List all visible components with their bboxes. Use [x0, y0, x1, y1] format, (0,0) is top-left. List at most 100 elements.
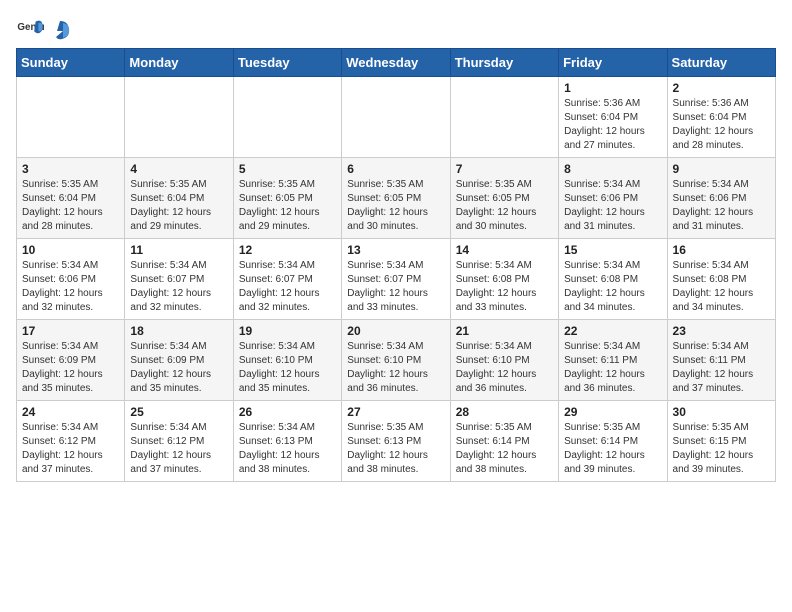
calendar-cell — [450, 77, 558, 158]
calendar-week-row: 10 Sunrise: 5:34 AM Sunset: 6:06 PM Dayli… — [17, 239, 776, 320]
calendar-cell: 29Sunrise: 5:35 AM Sunset: 6:14 PM Dayli… — [559, 401, 667, 482]
calendar-cell: 5 Sunrise: 5:35 AM Sunset: 6:05 PM Daylig… — [233, 158, 341, 239]
day-number: 9 — [673, 162, 770, 176]
day-number: 8 — [564, 162, 661, 176]
day-number: 30 — [673, 405, 770, 419]
day-number: 4 — [130, 162, 227, 176]
day-number: 16 — [673, 243, 770, 257]
day-info: Sunrise: 5:35 AM Sunset: 6:05 PM Dayligh… — [239, 178, 336, 234]
day-info: Sunrise: 5:36 AM Sunset: 6:04 PM Dayligh… — [673, 97, 770, 153]
day-number: 23 — [673, 324, 770, 338]
day-info: Sunrise: 5:34 AM Sunset: 6:10 PM Dayligh… — [456, 340, 553, 396]
day-info: Sunrise: 5:34 AM Sunset: 6:07 PM Dayligh… — [239, 259, 336, 315]
day-number: 3 — [22, 162, 119, 176]
day-number: 22 — [564, 324, 661, 338]
calendar-cell: 7Sunrise: 5:35 AM Sunset: 6:05 PM Daylig… — [450, 158, 558, 239]
day-number: 12 — [239, 243, 336, 257]
day-number: 27 — [347, 405, 444, 419]
calendar-cell: 25 Sunrise: 5:34 AM Sunset: 6:12 PM Dayli… — [125, 401, 233, 482]
col-header-wednesday: Wednesday — [342, 49, 450, 77]
calendar-cell: 10 Sunrise: 5:34 AM Sunset: 6:06 PM Dayli… — [17, 239, 125, 320]
day-info: Sunrise: 5:35 AM Sunset: 6:04 PM Dayligh… — [22, 178, 119, 234]
col-header-friday: Friday — [559, 49, 667, 77]
calendar-cell: 28 Sunrise: 5:35 AM Sunset: 6:14 PM Dayli… — [450, 401, 558, 482]
logo: General — [16, 16, 72, 44]
logo-icon: General — [16, 16, 44, 44]
calendar-cell: 27 Sunrise: 5:35 AM Sunset: 6:13 PM Dayli… — [342, 401, 450, 482]
day-number: 2 — [673, 81, 770, 95]
day-info: Sunrise: 5:34 AM Sunset: 6:06 PM Dayligh… — [564, 178, 661, 234]
calendar-cell: 20 Sunrise: 5:34 AM Sunset: 6:10 PM Dayli… — [342, 320, 450, 401]
day-number: 20 — [347, 324, 444, 338]
day-info: Sunrise: 5:35 AM Sunset: 6:14 PM Dayligh… — [564, 421, 661, 477]
day-info: Sunrise: 5:36 AM Sunset: 6:04 PM Dayligh… — [564, 97, 661, 153]
calendar-cell: 24 Sunrise: 5:34 AM Sunset: 6:12 PM Dayli… — [17, 401, 125, 482]
calendar-cell: 12 Sunrise: 5:34 AM Sunset: 6:07 PM Dayli… — [233, 239, 341, 320]
calendar-cell — [125, 77, 233, 158]
day-number: 25 — [130, 405, 227, 419]
day-number: 24 — [22, 405, 119, 419]
calendar-cell: 19 Sunrise: 5:34 AM Sunset: 6:10 PM Dayli… — [233, 320, 341, 401]
day-number: 18 — [130, 324, 227, 338]
day-number: 26 — [239, 405, 336, 419]
calendar-cell: 9 Sunrise: 5:34 AM Sunset: 6:06 PM Daylig… — [667, 158, 775, 239]
day-info: Sunrise: 5:35 AM Sunset: 6:05 PM Dayligh… — [456, 178, 553, 234]
day-number: 14 — [456, 243, 553, 257]
day-info: Sunrise: 5:34 AM Sunset: 6:12 PM Dayligh… — [22, 421, 119, 477]
day-info: Sunrise: 5:35 AM Sunset: 6:04 PM Dayligh… — [130, 178, 227, 234]
calendar-cell: 13 Sunrise: 5:34 AM Sunset: 6:07 PM Dayli… — [342, 239, 450, 320]
calendar-cell: 16Sunrise: 5:34 AM Sunset: 6:08 PM Dayli… — [667, 239, 775, 320]
calendar-week-row: 3 Sunrise: 5:35 AM Sunset: 6:04 PM Daylig… — [17, 158, 776, 239]
calendar-cell: 6 Sunrise: 5:35 AM Sunset: 6:05 PM Daylig… — [342, 158, 450, 239]
calendar-cell: 21 Sunrise: 5:34 AM Sunset: 6:10 PM Dayli… — [450, 320, 558, 401]
col-header-monday: Monday — [125, 49, 233, 77]
day-number: 1 — [564, 81, 661, 95]
calendar-cell: 8 Sunrise: 5:34 AM Sunset: 6:06 PM Daylig… — [559, 158, 667, 239]
calendar-cell: 18 Sunrise: 5:34 AM Sunset: 6:09 PM Dayli… — [125, 320, 233, 401]
calendar-cell: 15Sunrise: 5:34 AM Sunset: 6:08 PM Dayli… — [559, 239, 667, 320]
day-info: Sunrise: 5:35 AM Sunset: 6:13 PM Dayligh… — [347, 421, 444, 477]
calendar-cell: 2 Sunrise: 5:36 AM Sunset: 6:04 PM Daylig… — [667, 77, 775, 158]
day-info: Sunrise: 5:34 AM Sunset: 6:10 PM Dayligh… — [239, 340, 336, 396]
col-header-tuesday: Tuesday — [233, 49, 341, 77]
day-info: Sunrise: 5:34 AM Sunset: 6:09 PM Dayligh… — [130, 340, 227, 396]
calendar-cell — [233, 77, 341, 158]
calendar-header-row: SundayMondayTuesdayWednesdayThursdayFrid… — [17, 49, 776, 77]
day-number: 13 — [347, 243, 444, 257]
day-number: 5 — [239, 162, 336, 176]
day-number: 19 — [239, 324, 336, 338]
day-info: Sunrise: 5:34 AM Sunset: 6:11 PM Dayligh… — [564, 340, 661, 396]
calendar-cell: 30Sunrise: 5:35 AM Sunset: 6:15 PM Dayli… — [667, 401, 775, 482]
day-number: 28 — [456, 405, 553, 419]
day-info: Sunrise: 5:34 AM Sunset: 6:10 PM Dayligh… — [347, 340, 444, 396]
col-header-thursday: Thursday — [450, 49, 558, 77]
day-number: 11 — [130, 243, 227, 257]
logo-arrow-icon — [49, 19, 71, 41]
day-info: Sunrise: 5:35 AM Sunset: 6:05 PM Dayligh… — [347, 178, 444, 234]
day-number: 10 — [22, 243, 119, 257]
col-header-saturday: Saturday — [667, 49, 775, 77]
day-info: Sunrise: 5:34 AM Sunset: 6:09 PM Dayligh… — [22, 340, 119, 396]
calendar-cell: 23 Sunrise: 5:34 AM Sunset: 6:11 PM Dayli… — [667, 320, 775, 401]
calendar-cell — [17, 77, 125, 158]
day-number: 21 — [456, 324, 553, 338]
day-info: Sunrise: 5:34 AM Sunset: 6:06 PM Dayligh… — [22, 259, 119, 315]
calendar-cell: 26 Sunrise: 5:34 AM Sunset: 6:13 PM Dayli… — [233, 401, 341, 482]
day-number: 6 — [347, 162, 444, 176]
calendar-cell: 11 Sunrise: 5:34 AM Sunset: 6:07 PM Dayli… — [125, 239, 233, 320]
day-number: 15 — [564, 243, 661, 257]
day-info: Sunrise: 5:34 AM Sunset: 6:08 PM Dayligh… — [456, 259, 553, 315]
calendar-cell: 14 Sunrise: 5:34 AM Sunset: 6:08 PM Dayli… — [450, 239, 558, 320]
calendar-week-row: 17Sunrise: 5:34 AM Sunset: 6:09 PM Dayli… — [17, 320, 776, 401]
day-info: Sunrise: 5:34 AM Sunset: 6:06 PM Dayligh… — [673, 178, 770, 234]
calendar-cell — [342, 77, 450, 158]
calendar-cell: 4 Sunrise: 5:35 AM Sunset: 6:04 PM Daylig… — [125, 158, 233, 239]
day-info: Sunrise: 5:34 AM Sunset: 6:11 PM Dayligh… — [673, 340, 770, 396]
calendar-table: SundayMondayTuesdayWednesdayThursdayFrid… — [16, 48, 776, 482]
calendar-cell: 17Sunrise: 5:34 AM Sunset: 6:09 PM Dayli… — [17, 320, 125, 401]
day-info: Sunrise: 5:34 AM Sunset: 6:07 PM Dayligh… — [347, 259, 444, 315]
day-info: Sunrise: 5:34 AM Sunset: 6:12 PM Dayligh… — [130, 421, 227, 477]
day-info: Sunrise: 5:34 AM Sunset: 6:07 PM Dayligh… — [130, 259, 227, 315]
day-info: Sunrise: 5:35 AM Sunset: 6:14 PM Dayligh… — [456, 421, 553, 477]
day-info: Sunrise: 5:34 AM Sunset: 6:13 PM Dayligh… — [239, 421, 336, 477]
